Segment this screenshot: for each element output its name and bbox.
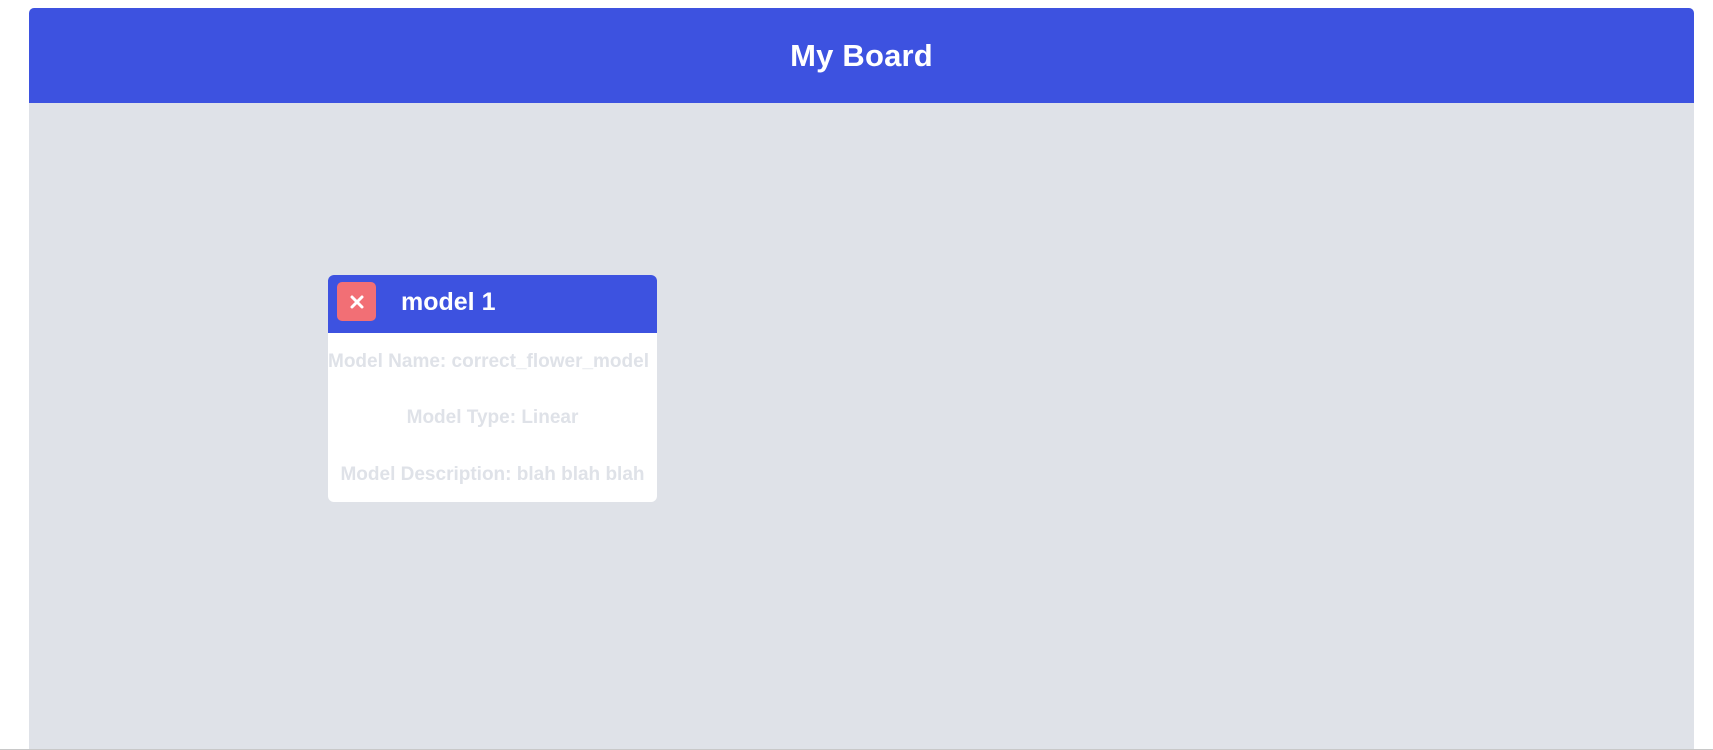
model-name-text: Model Name: correct_flower_model: [328, 351, 649, 372]
close-icon: [350, 295, 363, 308]
model-card-body: Model Name: correct_flower_model Model T…: [328, 333, 657, 502]
model-card[interactable]: model 1 Model Name: correct_flower_model…: [328, 275, 657, 502]
board: My Board model 1 Model Name: correct_flo…: [29, 8, 1694, 750]
close-button[interactable]: [337, 282, 376, 321]
viewport: My Board model 1 Model Name: correct_flo…: [0, 0, 1713, 750]
model-type-text: Model Type: Linear: [406, 407, 579, 428]
model-card-title: model 1: [401, 288, 496, 316]
board-title: My Board: [790, 37, 933, 73]
model-card-header[interactable]: model 1: [328, 275, 657, 333]
model-description-text: Model Description: blah blah blah: [340, 464, 645, 485]
board-header: My Board: [29, 8, 1694, 103]
